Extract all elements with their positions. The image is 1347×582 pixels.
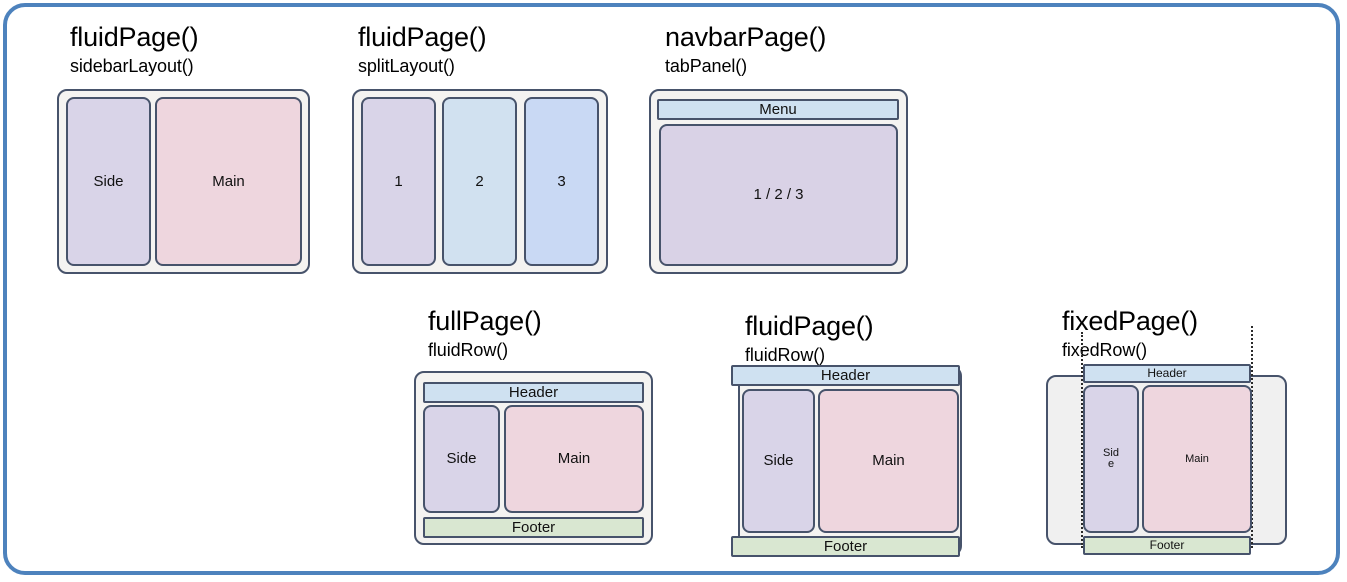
diagram-title: fluidPage() xyxy=(745,311,874,341)
footer-bar-label: Footer xyxy=(1149,537,1185,552)
main-panel: Main xyxy=(504,405,644,513)
split-panel-3-label: 3 xyxy=(557,172,566,190)
main-panel: Main xyxy=(1142,385,1252,533)
side-panel: Side xyxy=(66,97,151,266)
main-panel: Main xyxy=(155,97,302,266)
split-panel-3: 3 xyxy=(524,97,599,266)
header-bar-label: Header xyxy=(1147,365,1187,380)
main-panel: Main xyxy=(818,389,959,533)
split-panel-2-label: 2 xyxy=(475,172,484,190)
footer-bar: Footer xyxy=(423,517,644,538)
footer-bar-label: Footer xyxy=(823,537,868,555)
diagram-canvas: fluidPage() sidebarLayout() Side Main fl… xyxy=(0,0,1347,582)
split-panel-1-label: 1 xyxy=(394,172,403,190)
header-bar: Header xyxy=(1083,364,1251,383)
footer-bar: Footer xyxy=(1083,536,1251,555)
side-panel-label: Side xyxy=(1103,447,1119,470)
header-bar-label: Header xyxy=(508,383,559,401)
side-panel: Side xyxy=(742,389,815,533)
split-panel-1: 1 xyxy=(361,97,436,266)
diagram-subtitle: sidebarLayout() xyxy=(70,56,194,76)
menu-bar[interactable]: Menu xyxy=(657,99,899,120)
menu-bar-label: Menu xyxy=(759,100,797,118)
split-panel-2: 2 xyxy=(442,97,517,266)
diagram-title: fluidPage() xyxy=(70,22,199,52)
main-panel-label: Main xyxy=(1185,452,1209,465)
main-panel-label: Main xyxy=(212,172,245,190)
diagram-subtitle: fluidRow() xyxy=(428,340,509,360)
diagram-subtitle: tabPanel() xyxy=(665,56,748,76)
header-bar-label: Header xyxy=(820,366,871,384)
tab-body: 1 / 2 / 3 xyxy=(659,124,898,266)
side-panel: Side xyxy=(1083,385,1139,533)
tab-body-label: 1 / 2 / 3 xyxy=(753,186,804,204)
main-panel-label: Main xyxy=(872,452,905,470)
diagram-subtitle: fluidRow() xyxy=(745,345,826,365)
main-panel-label: Main xyxy=(557,450,591,468)
diagram-title: navbarPage() xyxy=(665,22,827,52)
footer-bar-label: Footer xyxy=(511,518,556,536)
side-panel-label: Side xyxy=(93,172,124,190)
side-panel-label: Side xyxy=(763,452,794,470)
footer-bar: Footer xyxy=(731,536,960,557)
side-panel: Side xyxy=(423,405,500,513)
diagram-subtitle: fixedRow() xyxy=(1062,340,1148,360)
diagram-title: fluidPage() xyxy=(358,22,487,52)
diagram-title: fullPage() xyxy=(428,306,542,336)
header-bar: Header xyxy=(731,365,960,386)
header-bar: Header xyxy=(423,382,644,403)
diagram-subtitle: splitLayout() xyxy=(358,56,455,76)
side-panel-label: Side xyxy=(446,450,477,468)
